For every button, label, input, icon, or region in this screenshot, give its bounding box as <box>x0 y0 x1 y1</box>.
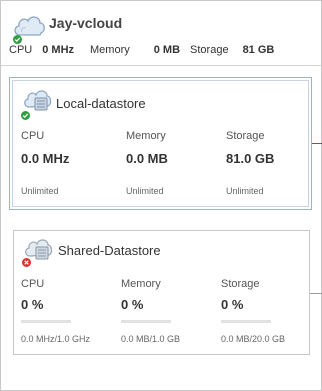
memory-usage-bar <box>121 320 171 323</box>
status-error-icon <box>22 254 31 267</box>
vcloud-stats: CPU 0 MHz Memory 0 MB Storage 81 GB <box>9 44 290 56</box>
storage-usage-text: 0.0 MB/20.0 GB <box>221 334 286 344</box>
storage-label: Storage <box>190 44 229 56</box>
connector-line <box>310 293 322 294</box>
status-ok-icon <box>21 107 30 120</box>
storage-value: 81 GB <box>242 44 275 56</box>
cpu-label: CPU <box>9 44 33 56</box>
header-divider <box>1 65 321 66</box>
storage-label: Storage <box>226 130 265 142</box>
cpu-label: CPU <box>21 278 45 290</box>
datastore-name: Shared-Datastore <box>58 243 161 258</box>
storage-value: 81.0 GB <box>226 151 275 166</box>
storage-limit: Unlimited <box>226 186 264 196</box>
memory-limit: Unlimited <box>126 186 164 196</box>
vcloud-name: Jay-vcloud <box>49 15 123 31</box>
connector-line <box>312 143 322 144</box>
cpu-value: 0.0 MHz <box>21 151 70 166</box>
cpu-limit: Unlimited <box>21 186 59 196</box>
memory-label: Memory <box>121 278 161 290</box>
datastore-card-local[interactable]: Local-datastore CPU 0.0 MHz Unlimited Me… <box>9 77 312 210</box>
memory-value: 0.0 MB <box>126 151 168 166</box>
storage-usage-bar <box>221 320 271 323</box>
cpu-usage-bar <box>21 320 71 323</box>
vcloud-header[interactable]: Jay-vcloud CPU 0 MHz Memory 0 MB Storage 81 G… <box>1 1 321 65</box>
cpu-label: CPU <box>21 130 45 142</box>
memory-value: 0 % <box>121 297 144 312</box>
storage-value: 0 % <box>221 297 244 312</box>
status-ok-icon <box>13 31 22 44</box>
datastore-card-shared[interactable]: Shared-Datastore CPU 0 % 0.0 MHz/1.0 GHz… <box>13 230 310 355</box>
memory-value: 0 MB <box>153 44 181 56</box>
memory-usage-text: 0.0 MB/1.0 GB <box>121 334 181 344</box>
vcloud-panel: Jay-vcloud CPU 0 MHz Memory 0 MB Storage 81 G… <box>0 0 322 391</box>
cpu-value: 0 % <box>21 297 44 312</box>
cpu-usage-text: 0.0 MHz/1.0 GHz <box>21 334 91 344</box>
datastore-name: Local-datastore <box>56 96 146 111</box>
memory-label: Memory <box>90 44 130 56</box>
storage-label: Storage <box>221 278 260 290</box>
cpu-value: 0 MHz <box>42 44 75 56</box>
memory-label: Memory <box>126 130 166 142</box>
